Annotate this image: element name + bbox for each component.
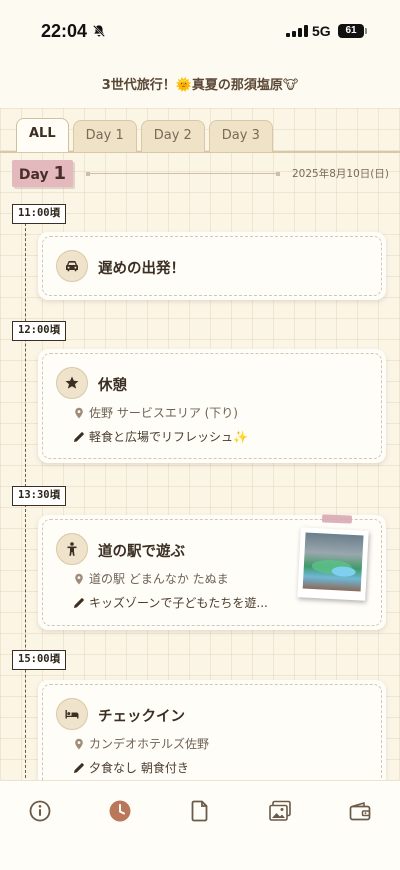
time-tag: 11:00頃 bbox=[12, 204, 67, 224]
photo-tape bbox=[321, 514, 353, 524]
event-note-text: キッズゾーンで子どもたちを遊... bbox=[89, 596, 268, 610]
time-tag: 12:00頃 bbox=[12, 321, 67, 341]
network-type: 5G bbox=[312, 23, 331, 39]
status-bar: 22:04 5G 61 bbox=[0, 0, 400, 62]
bed-icon bbox=[56, 698, 88, 730]
event-note-text: 軽食と広場でリフレッシュ✨ bbox=[89, 430, 248, 444]
day-tabs: ALL Day 1 Day 2 Day 3 bbox=[16, 118, 273, 152]
event-note: キッズゾーンで子どもたちを遊... bbox=[73, 594, 268, 611]
tab-day-3[interactable]: Day 3 bbox=[208, 120, 273, 152]
tab-all[interactable]: ALL bbox=[16, 118, 69, 152]
event-title: 休憩 bbox=[98, 378, 127, 394]
battery-icon: 61 bbox=[338, 24, 367, 38]
time-tag: 13:30頃 bbox=[12, 486, 67, 506]
bottom-nav bbox=[0, 780, 400, 870]
pencil-icon bbox=[74, 597, 84, 608]
nav-gallery[interactable] bbox=[267, 798, 293, 824]
map-pin-icon bbox=[75, 738, 83, 749]
day-date: 2025年8月10日(日) bbox=[292, 168, 389, 180]
event-title: 遅めの出発！ bbox=[98, 261, 185, 277]
event-location-text: 道の駅 どまんなか たぬま bbox=[89, 572, 229, 586]
wallet-icon bbox=[349, 802, 371, 821]
event-location: 道の駅 どまんなか たぬま bbox=[73, 570, 229, 587]
nav-wallet[interactable] bbox=[347, 798, 373, 824]
event-title: チェックイン bbox=[98, 709, 185, 725]
info-icon bbox=[29, 800, 51, 822]
gallery-icon bbox=[269, 800, 291, 821]
signal-icon bbox=[286, 25, 308, 37]
bell-muted-icon bbox=[93, 25, 105, 37]
car-icon bbox=[56, 250, 88, 282]
event-card[interactable]: 道の駅で遊ぶ 道の駅 どまんなか たぬま キッズゾーンで子どもたちを遊... bbox=[38, 514, 386, 630]
pencil-icon bbox=[74, 762, 84, 773]
tab-day-2[interactable]: Day 2 bbox=[140, 120, 205, 152]
event-card[interactable]: チェックイン カンデオホテルズ佐野 夕食なし 朝食付き bbox=[38, 680, 386, 780]
pencil-icon bbox=[74, 431, 84, 442]
day-badge-number: 1 bbox=[53, 163, 67, 184]
child-icon bbox=[56, 533, 88, 565]
document-icon bbox=[191, 800, 208, 822]
clock-icon bbox=[109, 800, 131, 822]
schedule-area[interactable]: ALL Day 1 Day 2 Day 3 Day 1 2025年8月10日(日… bbox=[0, 108, 400, 780]
day-divider bbox=[86, 171, 280, 176]
day-badge-prefix: Day bbox=[18, 167, 49, 183]
map-pin-icon bbox=[75, 407, 83, 418]
event-title: 道の駅で遊ぶ bbox=[98, 544, 185, 560]
event-location: カンデオホテルズ佐野 bbox=[73, 735, 209, 752]
event-note: 夕食なし 朝食付き bbox=[73, 759, 189, 776]
photo-image bbox=[302, 532, 364, 592]
event-location-text: 佐野 サービスエリア (下り) bbox=[89, 406, 238, 420]
nav-documents[interactable] bbox=[187, 798, 213, 824]
trip-title: 3世代旅行！🌞真夏の那須塩原🐮 bbox=[101, 78, 299, 93]
map-pin-icon bbox=[75, 573, 83, 584]
event-card[interactable]: 遅めの出発！ bbox=[38, 232, 386, 300]
day-badge: Day 1 bbox=[12, 160, 73, 187]
event-card[interactable]: 休憩 佐野 サービスエリア (下り) 軽食と広場でリフレッシュ✨ bbox=[38, 349, 386, 463]
event-note-text: 夕食なし 朝食付き bbox=[89, 761, 189, 775]
event-location-text: カンデオホテルズ佐野 bbox=[89, 737, 210, 751]
star-icon bbox=[56, 367, 88, 399]
event-note: 軽食と広場でリフレッシュ✨ bbox=[73, 428, 248, 445]
time-tag: 15:00頃 bbox=[12, 650, 67, 670]
nav-info[interactable] bbox=[27, 798, 53, 824]
nav-schedule[interactable] bbox=[107, 798, 133, 824]
status-time: 22:04 bbox=[41, 21, 88, 41]
event-photo[interactable] bbox=[297, 527, 369, 601]
tab-day-1[interactable]: Day 1 bbox=[72, 120, 137, 152]
event-location: 佐野 サービスエリア (下り) bbox=[73, 404, 238, 421]
